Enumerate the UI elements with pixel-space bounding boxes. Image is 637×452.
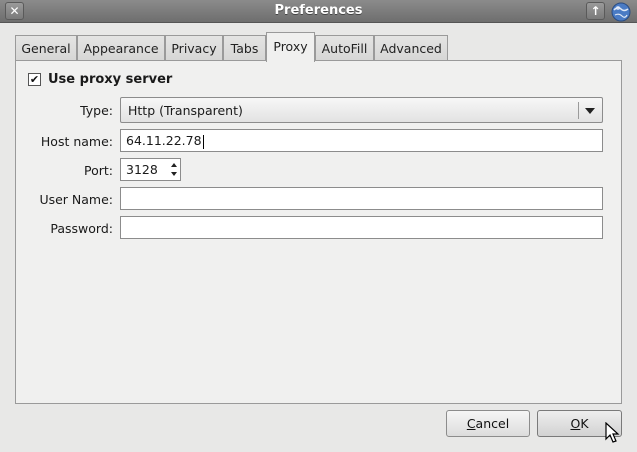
port-label: Port: bbox=[84, 163, 113, 178]
username-label: User Name: bbox=[39, 192, 113, 207]
password-label: Password: bbox=[50, 221, 113, 236]
host-label: Host name: bbox=[40, 134, 113, 149]
port-spinbox[interactable]: 3128 bbox=[120, 158, 181, 181]
tab-proxy[interactable]: Proxy bbox=[266, 32, 315, 62]
window-title: Preferences bbox=[274, 3, 363, 18]
arrow-up-icon[interactable]: ↑ bbox=[586, 2, 605, 20]
tab-general[interactable]: General bbox=[15, 35, 77, 61]
spin-down-icon[interactable] bbox=[171, 172, 177, 176]
type-label: Type: bbox=[80, 103, 113, 118]
text-caret bbox=[202, 134, 204, 149]
globe-icon[interactable] bbox=[610, 1, 632, 23]
tab-autofill[interactable]: AutoFill bbox=[315, 35, 374, 61]
spin-up-icon[interactable] bbox=[171, 163, 177, 167]
password-input[interactable] bbox=[120, 216, 603, 239]
tab-advanced[interactable]: Advanced bbox=[374, 35, 448, 61]
cancel-button[interactable]: Cancel bbox=[446, 410, 530, 437]
use-proxy-label: Use proxy server bbox=[48, 72, 173, 87]
cancel-rest: ancel bbox=[475, 416, 510, 431]
cancel-mnemonic: C bbox=[466, 416, 476, 431]
use-proxy-checkbox[interactable]: ✔ bbox=[28, 73, 41, 86]
tab-privacy[interactable]: Privacy bbox=[165, 35, 223, 61]
port-value: 3128 bbox=[126, 162, 158, 177]
proxy-type-select[interactable]: Http (Transparent) bbox=[120, 97, 603, 123]
host-name-input[interactable]: 64.11.22.78 bbox=[120, 129, 603, 152]
combo-separator bbox=[578, 102, 579, 119]
use-proxy-row[interactable]: ✔ Use proxy server bbox=[28, 72, 172, 87]
proxy-type-value: Http (Transparent) bbox=[128, 103, 243, 118]
tab-tabs[interactable]: Tabs bbox=[223, 35, 266, 61]
title-bar: ✕ Preferences ↑ bbox=[0, 0, 637, 23]
tab-appearance[interactable]: Appearance bbox=[77, 35, 165, 61]
host-name-value: 64.11.22.78 bbox=[126, 133, 202, 148]
proxy-panel: ✔ Use proxy server Type: Http (Transpare… bbox=[15, 60, 622, 404]
ok-mnemonic: O bbox=[570, 416, 581, 431]
chevron-down-icon[interactable] bbox=[585, 108, 595, 114]
mouse-pointer-icon bbox=[605, 422, 620, 443]
username-input[interactable] bbox=[120, 187, 603, 210]
ok-rest: K bbox=[580, 416, 589, 431]
